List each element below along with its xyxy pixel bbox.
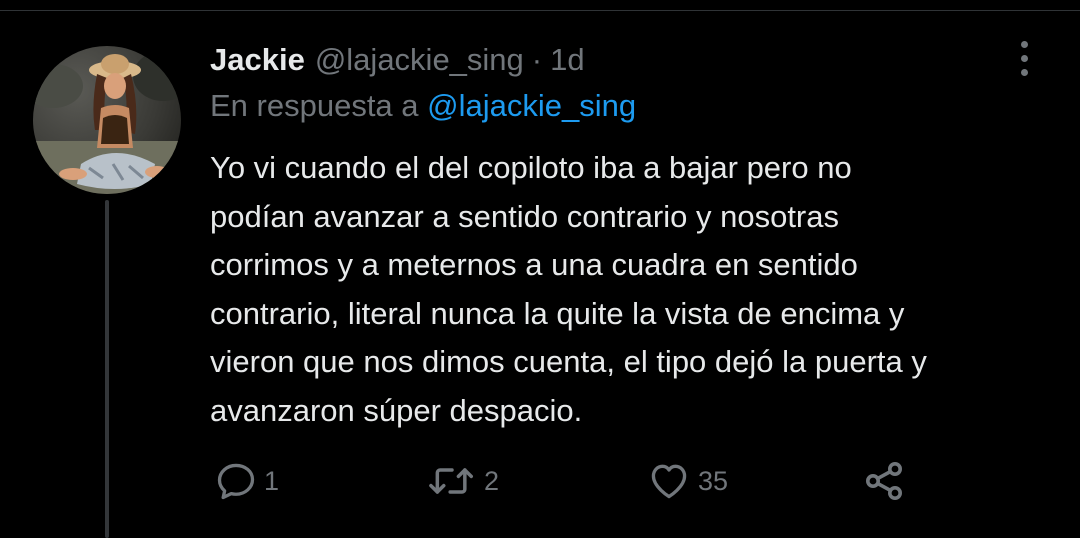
avatar-photo: [33, 46, 181, 194]
tweet-text-line: corrimos y a meternos a una cuadra en se…: [210, 247, 858, 282]
tweet-text-line: avanzaron súper despacio.: [210, 392, 583, 428]
more-vertical-icon-dot: [1020, 54, 1028, 62]
user-handle[interactable]: @lajackie_sing: [315, 42, 524, 78]
like-count: 35: [698, 465, 729, 496]
tweet-text: Yo vi cuando el del copiloto iba a bajar…: [210, 144, 1050, 435]
share-icon: [866, 462, 902, 500]
more-options-button[interactable]: [1006, 36, 1042, 80]
reply-icon: [217, 463, 255, 500]
reply-context: En respuesta a @lajackie_sing: [210, 88, 636, 124]
tweet-text-line: contrario, literal nunca la quite la vis…: [210, 295, 905, 331]
timestamp[interactable]: 1d: [550, 42, 584, 78]
tweet-text-line: Yo vi cuando el del copiloto iba a bajar…: [210, 150, 852, 185]
retweet-button[interactable]: 2: [426, 455, 499, 507]
tweet-text-line: vieron que nos dimos cuenta, el tipo dej…: [210, 344, 927, 379]
reply-mention-link[interactable]: @lajackie_sing: [427, 88, 636, 123]
separator-dot: ·: [531, 42, 543, 77]
reply-prefix: En respuesta a: [210, 88, 419, 123]
retweet-icon: [429, 468, 473, 494]
top-divider: [0, 10, 1080, 11]
reply-count: 1: [264, 465, 280, 496]
heart-icon: [651, 464, 687, 499]
tweet-header: Jackie @lajackie_sing · 1d: [210, 38, 585, 82]
reply-button[interactable]: 1: [214, 455, 279, 507]
action-bar: 1 2 35: [0, 455, 1080, 507]
like-button[interactable]: 35: [646, 455, 728, 507]
more-vertical-icon: [1020, 40, 1028, 48]
retweet-count: 2: [484, 465, 500, 496]
display-name[interactable]: Jackie: [210, 42, 305, 78]
tweet-text-line: podían avanzar a sentido contrario y nos…: [210, 198, 839, 234]
more-vertical-icon-dot: [1020, 68, 1028, 76]
share-button[interactable]: [860, 455, 908, 507]
avatar[interactable]: [33, 46, 181, 194]
